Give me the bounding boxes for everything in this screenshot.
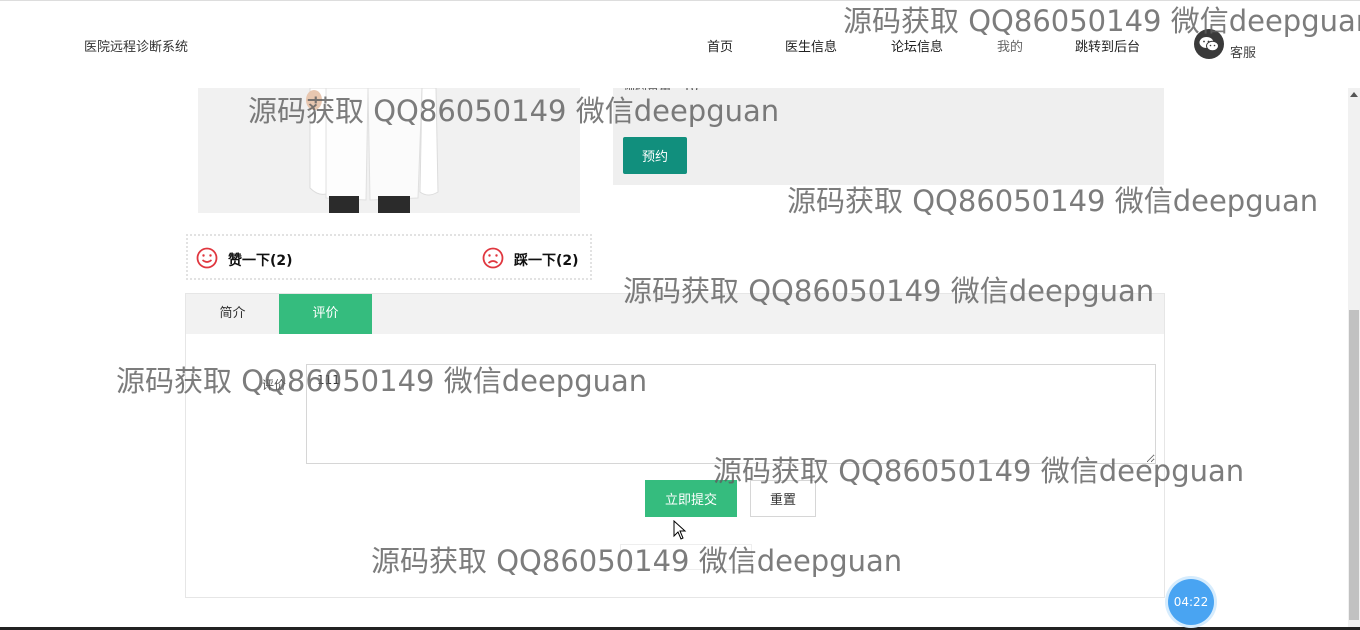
site-title[interactable]: 医院远程诊断系统 <box>84 36 188 55</box>
tab-bar: 简介 评价 <box>186 294 1164 334</box>
submit-button[interactable]: 立即提交 <box>645 480 737 517</box>
scroll-up-icon[interactable] <box>1350 92 1358 97</box>
wechat-icon[interactable] <box>1194 29 1224 59</box>
book-button[interactable]: 预约 <box>623 137 687 174</box>
site-header: 医院远程诊断系统 首页 医生信息 论坛信息 我的 跳转到后台 客服 <box>0 0 1360 88</box>
like-button[interactable]: 赞一下(2) <box>196 247 293 273</box>
mouse-cursor-icon <box>673 519 687 544</box>
smile-icon[interactable] <box>196 247 218 273</box>
dislike-button[interactable]: 踩一下(2) <box>482 247 579 273</box>
scroll-thumb[interactable] <box>1349 310 1359 620</box>
review-field-label: 评价 <box>262 378 287 392</box>
customer-service-label[interactable]: 客服 <box>1230 42 1256 61</box>
nav-home[interactable]: 首页 <box>707 36 733 55</box>
reset-button[interactable]: 重置 <box>750 480 816 517</box>
doctor-info-box: 预约费用：10 预约 <box>613 81 1164 185</box>
review-textarea[interactable]: 111 <box>306 364 1156 464</box>
vote-box: 赞一下(2) 踩一下(2) <box>186 234 592 280</box>
frown-icon[interactable] <box>482 247 504 273</box>
like-label[interactable]: 赞一下(2) <box>228 250 293 270</box>
nav-forum-info[interactable]: 论坛信息 <box>891 36 943 55</box>
timer-badge: 04:22 <box>1168 579 1214 625</box>
blank-box <box>620 544 752 570</box>
nav-mine[interactable]: 我的 <box>997 36 1023 55</box>
dislike-label[interactable]: 踩一下(2) <box>514 250 579 270</box>
tab-review[interactable]: 评价 <box>279 294 372 334</box>
doctor-photo <box>198 88 580 213</box>
tab-intro[interactable]: 简介 <box>186 294 279 334</box>
watermark: 源码获取 QQ86050149 微信deepguan <box>787 184 1319 218</box>
page-scrollbar[interactable] <box>1348 88 1360 628</box>
page: 医院远程诊断系统 首页 医生信息 论坛信息 我的 跳转到后台 客服 预约 赞一下… <box>0 0 1360 630</box>
nav-doctor-info[interactable]: 医生信息 <box>785 36 837 55</box>
nav-admin[interactable]: 跳转到后台 <box>1075 36 1140 55</box>
